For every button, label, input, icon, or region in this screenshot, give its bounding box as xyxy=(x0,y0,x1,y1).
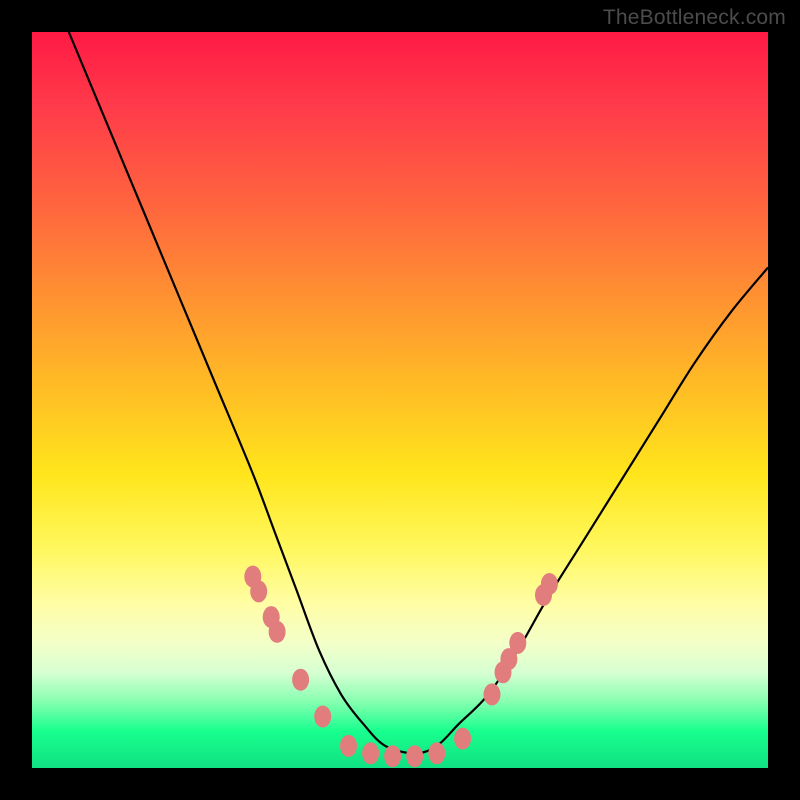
curve-markers xyxy=(244,566,558,768)
curve-marker xyxy=(541,573,558,595)
chart-frame: TheBottleneck.com xyxy=(0,0,800,800)
curve-marker xyxy=(484,683,501,705)
curve-marker xyxy=(362,742,379,764)
chart-plot-area xyxy=(32,32,768,768)
watermark-text: TheBottleneck.com xyxy=(603,6,786,30)
curve-marker xyxy=(314,706,331,728)
curve-marker xyxy=(406,745,423,767)
bottleneck-curve xyxy=(69,32,768,753)
curve-marker xyxy=(384,745,401,767)
curve-marker xyxy=(509,632,526,654)
curve-marker xyxy=(340,735,357,757)
curve-marker xyxy=(269,621,286,643)
curve-marker xyxy=(428,742,445,764)
curve-marker xyxy=(292,669,309,691)
curve-marker xyxy=(250,580,267,602)
curve-marker xyxy=(454,728,471,750)
chart-svg xyxy=(32,32,768,768)
